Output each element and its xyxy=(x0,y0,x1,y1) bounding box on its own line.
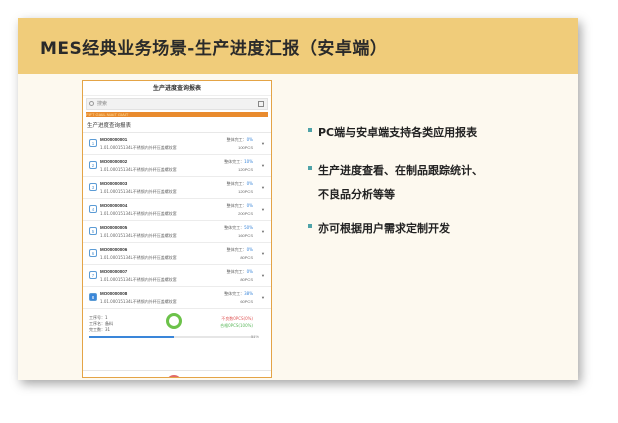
phone-title: 生产进度查询报表 xyxy=(83,81,271,96)
row-index-badge: 7 xyxy=(89,271,97,279)
row-index-badge: 3 xyxy=(89,183,97,191)
detail-line: 完工数：31 xyxy=(89,327,111,332)
order-quantity: 200PCS xyxy=(238,211,253,216)
process-details: 工序号：1 工序名：备料 完工数：31 不良数0PCS(0%) 合格0PCS(100%)… xyxy=(83,309,271,378)
section-title: 生产进度查询报表 xyxy=(83,117,271,133)
order-quantity: 60PCS xyxy=(240,299,253,304)
bullet-item: PC端与安卓端支持各类应用报表 xyxy=(308,124,477,140)
order-code: MO00000003 xyxy=(100,181,128,186)
detail-lines: 工序号：1 工序名：备料 完工数：31 xyxy=(89,315,113,333)
expand-arrow-icon[interactable]: ▼ xyxy=(261,251,265,256)
completion-status: 整体完工：38% xyxy=(224,291,253,296)
defect-count: 不良数0PCS(0%) xyxy=(221,316,253,321)
expand-arrow-icon[interactable]: ▼ xyxy=(261,163,265,168)
expand-arrow-icon[interactable]: ▼ xyxy=(261,273,265,278)
order-description: 1.01.00015134L不锈钢内外杯压盖螺纹套 xyxy=(100,299,177,304)
row-index-badge: 5 xyxy=(89,227,97,235)
order-quantity: 80PCS xyxy=(240,277,253,282)
list-item[interactable]: 3 MO00000003 1.01.00015134L不锈钢内外杯压盖螺纹套 整体完工… xyxy=(83,177,271,199)
bullet-item: 生产进度查看、在制品跟踪统计、 xyxy=(308,162,483,178)
order-description: 1.01.00015134L不锈钢内外杯压盖螺纹套 xyxy=(100,189,177,194)
order-description: 1.01.00015134L不锈钢内外杯压盖螺纹套 xyxy=(100,167,177,172)
scan-icon[interactable] xyxy=(258,101,264,107)
process-detail: 工序号：1 工序名：备料 完工数：31 不良数0PCS(0%) 合格0PCS(100%)… xyxy=(83,309,271,371)
progress-fill xyxy=(89,336,174,338)
completion-status: 整体完工：0% xyxy=(226,137,253,142)
progress-percent: 51% xyxy=(250,334,259,339)
detail-lines: 工序号：2工序名：组装完工数：42 xyxy=(89,377,113,378)
order-description: 1.01.00015134L不锈钢内外杯压盖螺纹套 xyxy=(100,145,177,150)
list-item[interactable]: 7 MO00000007 1.01.00015134L不锈钢内外杯压盖螺纹套 整体完工… xyxy=(83,265,271,287)
slide-header: MES经典业务场景-生产进度汇报（安卓端） xyxy=(18,18,578,74)
progress-bar xyxy=(89,336,255,338)
progress-ring xyxy=(166,313,182,329)
detail-line: 工序号：2 xyxy=(89,377,113,378)
row-index-badge: 2 xyxy=(89,161,97,169)
search-icon xyxy=(89,101,94,106)
expand-arrow-icon[interactable]: ▼ xyxy=(261,185,265,190)
list-item[interactable]: 2 MO00000002 1.01.00015134L不锈钢内外杯压盖螺纹套 整体完工… xyxy=(83,155,271,177)
order-code: MO00000008 xyxy=(100,291,128,296)
expand-arrow-icon[interactable]: ▼ xyxy=(261,207,265,212)
bullet-item-continued: 不良品分析等等 xyxy=(318,188,395,201)
quality-stats: 不良数0PCS(0%) 合格0PCS(100%) xyxy=(220,315,253,329)
bullet-marker xyxy=(308,128,312,132)
search-input[interactable]: 搜索 xyxy=(86,98,268,110)
order-quantity: 120PCS xyxy=(238,189,253,194)
qualified-count: 合格0PCS(100%) xyxy=(220,323,253,328)
row-index-badge: 4 xyxy=(89,205,97,213)
quality-stats: 不良数20PCS(70.15%)合格7PCS(21.85%) xyxy=(210,377,253,378)
order-description: 1.01.00015134L不锈钢内外杯压盖螺纹套 xyxy=(100,277,177,282)
list-item[interactable]: 1 MO00000001 1.01.00015134L不锈钢内外杯压盖螺纹套 整体完工… xyxy=(83,133,271,155)
order-quantity: 80PCS xyxy=(240,255,253,260)
row-index-badge: 1 xyxy=(89,139,97,147)
order-code: MO00000001 xyxy=(100,137,128,142)
search-placeholder: 搜索 xyxy=(97,101,108,107)
list-item[interactable]: 4 MO00000004 1.01.00015134L不锈钢内外杯压盖螺纹套 整体完工… xyxy=(83,199,271,221)
bullet-item: 亦可根据用户需求定制开发 xyxy=(308,220,450,236)
order-description: 1.01.00015134L不锈钢内外杯压盖螺纹套 xyxy=(100,255,177,260)
slide: MES经典业务场景-生产进度汇报（安卓端） 生产进度查询报表 搜索 FIFT G… xyxy=(18,18,578,380)
order-quantity: 160PCS xyxy=(238,233,253,238)
bullet-marker xyxy=(308,224,312,228)
progress-ring xyxy=(166,375,182,377)
order-description: 1.01.00015134L不锈钢内外杯压盖螺纹套 xyxy=(100,211,177,216)
process-detail: 工序号：2工序名：组装完工数：42 不良数20PCS(70.15%)合格7PCS(… xyxy=(83,371,271,378)
order-code: MO00000007 xyxy=(100,269,128,274)
completion-status: 整体完工：0% xyxy=(226,181,253,186)
expand-arrow-icon[interactable]: ▼ xyxy=(261,141,265,146)
order-quantity: 120PCS xyxy=(238,167,253,172)
bullet-marker xyxy=(308,166,312,170)
order-code: MO00000005 xyxy=(100,225,128,230)
row-index-badge: 6 xyxy=(89,249,97,257)
order-code: MO00000004 xyxy=(100,203,128,208)
completion-status: 整体完工：50% xyxy=(224,225,253,230)
list-item[interactable]: 8 MO00000008 1.01.00015134L不锈钢内外杯压盖螺纹套 整体完工… xyxy=(83,287,271,309)
expand-arrow-icon[interactable]: ▼ xyxy=(261,229,265,234)
completion-status: 整体完工：0% xyxy=(226,269,253,274)
completion-status: 整体完工：10% xyxy=(224,159,253,164)
slide-title: MES经典业务场景-生产进度汇报（安卓端） xyxy=(40,39,388,59)
completion-status: 整体完工：0% xyxy=(226,203,253,208)
completion-status: 整体完工：0% xyxy=(226,247,253,252)
order-code: MO00000006 xyxy=(100,247,128,252)
order-quantity: 100PCS xyxy=(238,145,253,150)
order-list: 1 MO00000001 1.01.00015134L不锈钢内外杯压盖螺纹套 整体完工… xyxy=(83,133,271,309)
phone-screenshot: 生产进度查询报表 搜索 FIFT GIAIL NIAIT GIAIT 生产进度查… xyxy=(82,80,272,378)
row-index-badge: 8 xyxy=(89,293,97,301)
defect-count: 不良数20PCS(70.15%) xyxy=(210,377,253,378)
list-item[interactable]: 5 MO00000005 1.01.00015134L不锈钢内外杯压盖螺纹套 整体完工… xyxy=(83,221,271,243)
list-item[interactable]: 6 MO00000006 1.01.00015134L不锈钢内外杯压盖螺纹套 整体完工… xyxy=(83,243,271,265)
order-code: MO00000002 xyxy=(100,159,128,164)
order-description: 1.01.00015134L不锈钢内外杯压盖螺纹套 xyxy=(100,233,177,238)
expand-arrow-icon[interactable]: ▼ xyxy=(261,295,265,300)
